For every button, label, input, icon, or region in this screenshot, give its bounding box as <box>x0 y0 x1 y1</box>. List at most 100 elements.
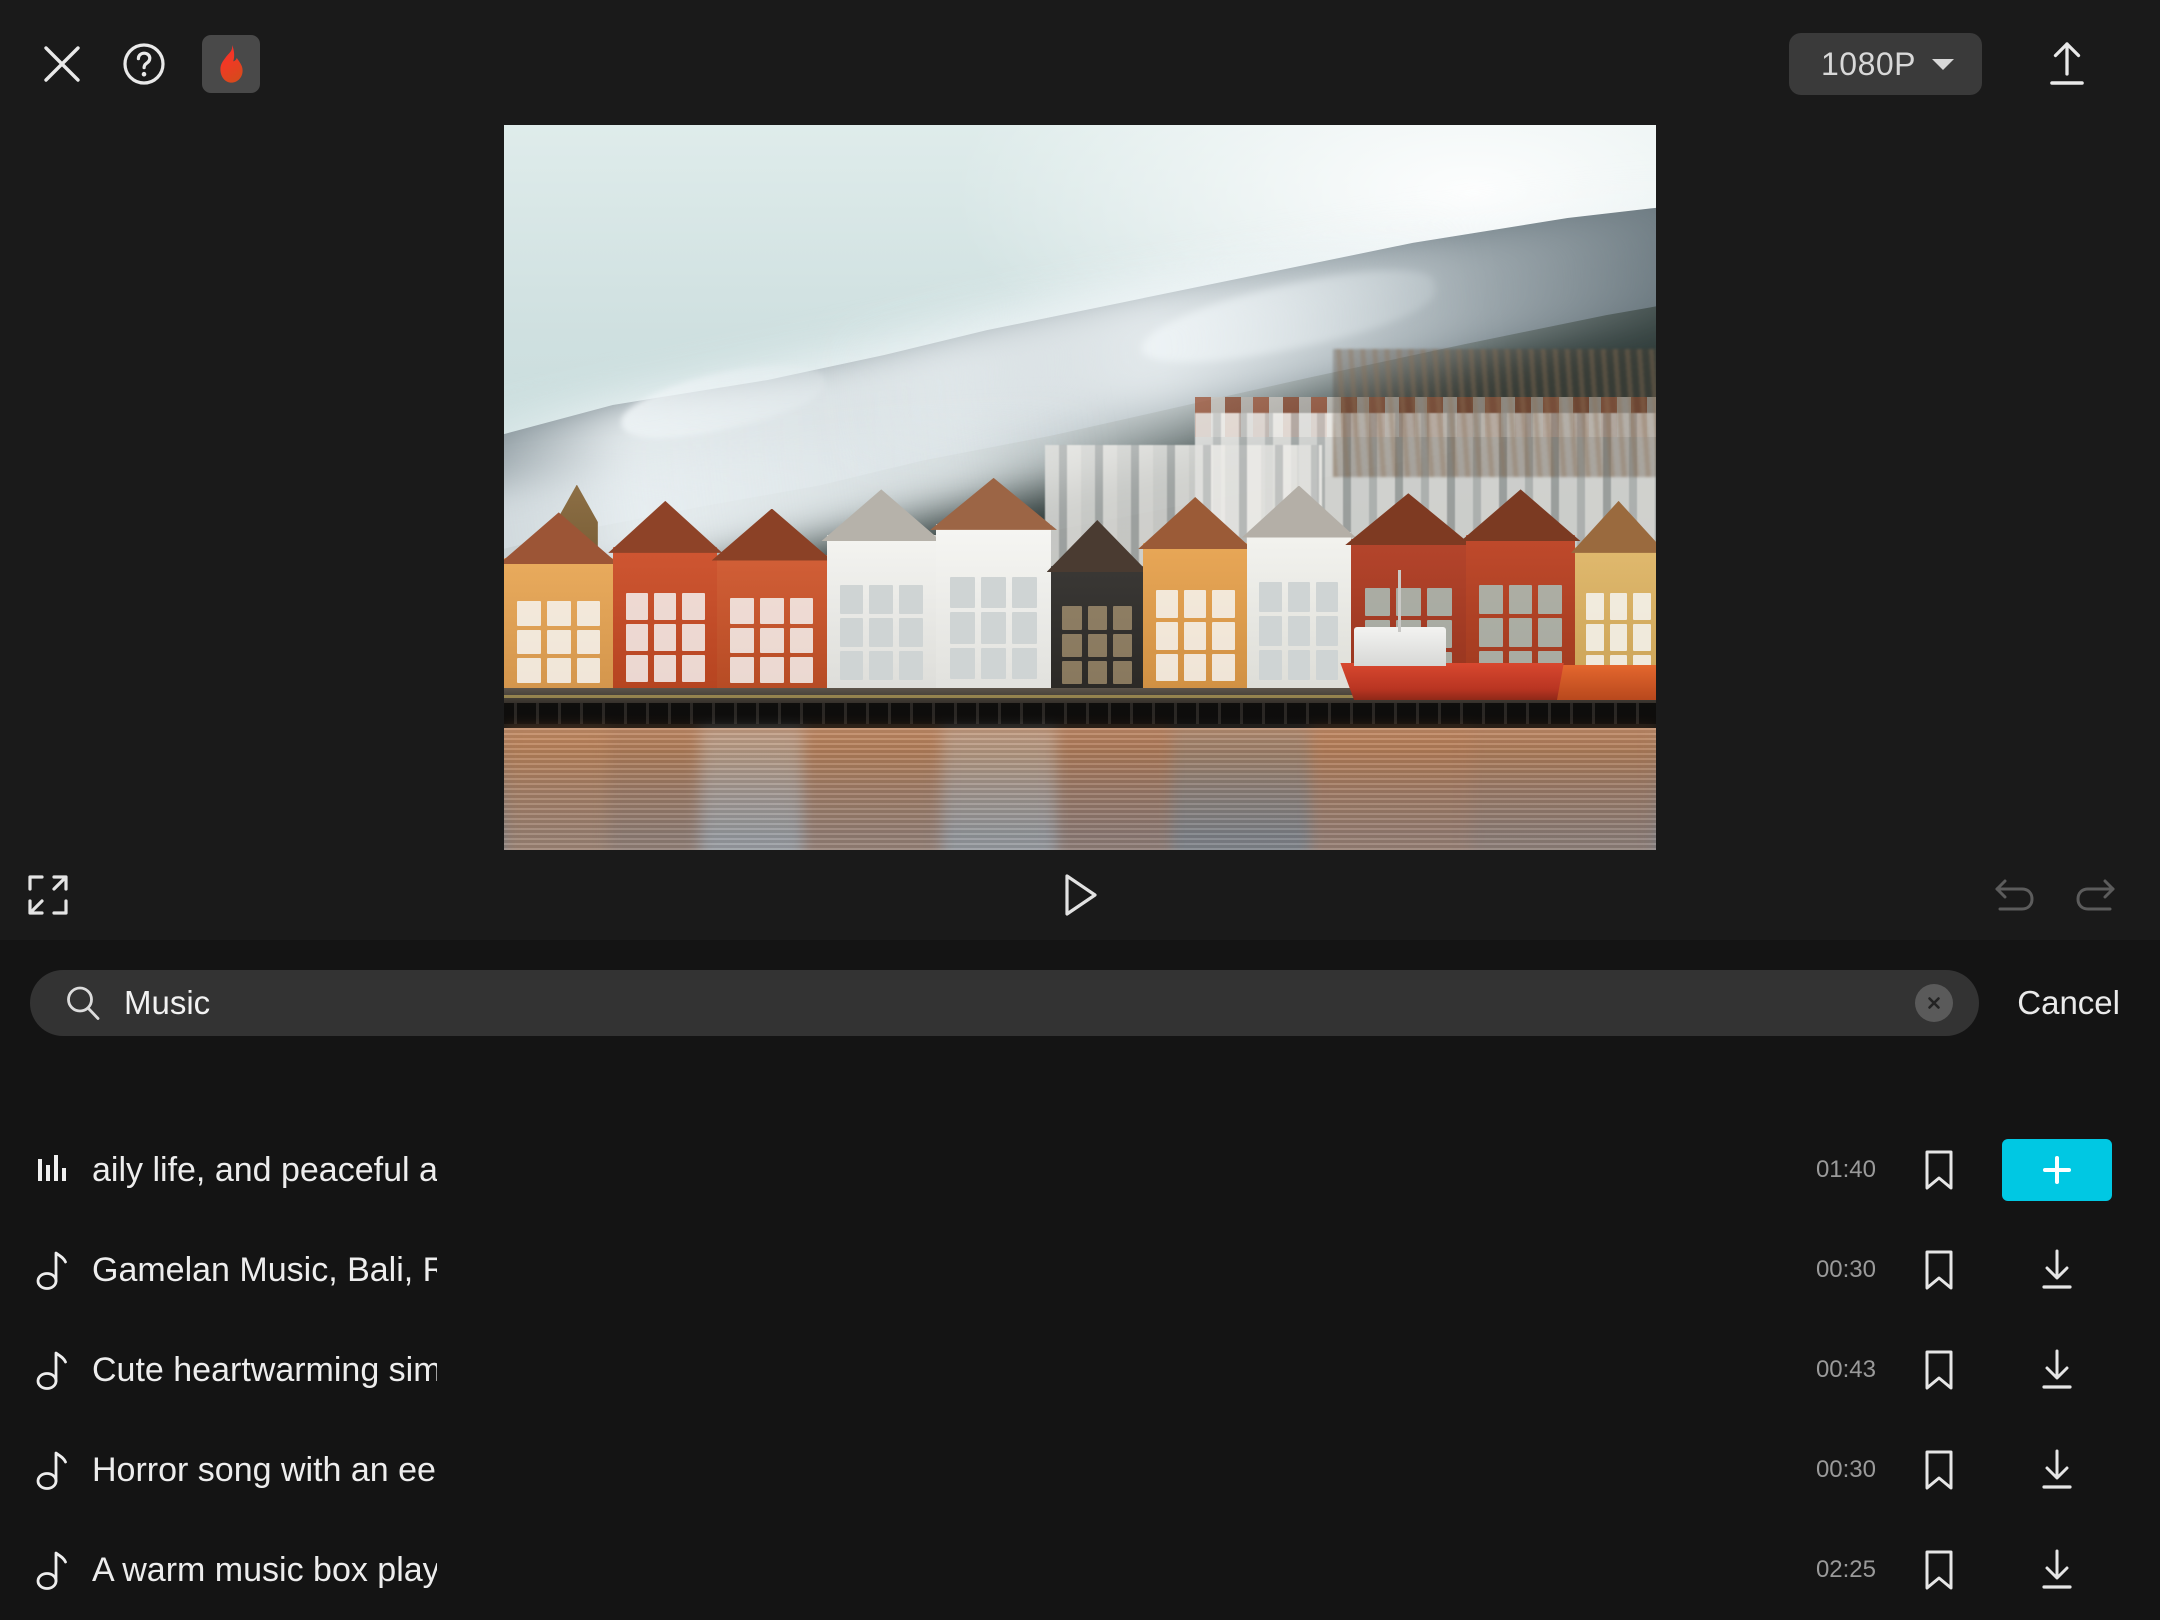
table-row[interactable]: Gamelan Music, Bali, Res 00:30 <box>0 1220 2160 1320</box>
top-toolbar-right-group: 1080P <box>1788 33 2160 95</box>
history-controls <box>1992 875 2160 915</box>
redo-icon <box>2076 879 2115 911</box>
close-button[interactable] <box>38 40 86 88</box>
row-icon <box>36 1449 92 1491</box>
export-button[interactable] <box>2044 39 2090 89</box>
search-row: Music Cancel <box>0 940 2160 1068</box>
row-actions: 02:25 <box>1756 1548 2112 1592</box>
music-search-panel: Music Cancel aily life, and peaceful a 0… <box>0 940 2160 1620</box>
track-duration: 02:25 <box>1815 1556 1876 1583</box>
row-primary-action <box>2002 1248 2112 1292</box>
row-title-container: aily life, and peaceful atm <box>92 1120 1756 1220</box>
bookmark-icon <box>1925 1450 1953 1490</box>
tugboat-mast <box>1397 569 1401 632</box>
download-icon[interactable] <box>2036 1548 2078 1592</box>
tugboat-wheelhouse <box>1354 626 1447 666</box>
top-toolbar: 1080P <box>0 0 2160 128</box>
resolution-selector[interactable]: 1080P <box>1788 33 1982 95</box>
row-title-container: Cute heartwarming simple <box>92 1320 1756 1420</box>
row-title-container: Horror song with an eerie <box>92 1420 1756 1520</box>
music-note-icon <box>36 1351 67 1390</box>
track-title: aily life, and peaceful atm <box>92 1150 437 1189</box>
help-button[interactable] <box>120 40 168 88</box>
chevron-down-icon <box>1932 58 1954 70</box>
house <box>711 508 833 701</box>
help-icon <box>123 43 165 85</box>
track-duration: 00:30 <box>1815 1456 1876 1483</box>
search-icon <box>67 986 100 1020</box>
table-row[interactable]: A warm music box played 02:25 <box>0 1520 2160 1620</box>
table-row[interactable]: Cute heartwarming simple 00:43 <box>0 1320 2160 1420</box>
preview-controls-bar <box>0 850 2160 940</box>
search-input-value: Music <box>124 984 211 1021</box>
house <box>821 489 942 701</box>
row-primary-action <box>2002 1139 2112 1201</box>
table-row[interactable]: aily life, and peaceful atm 01:40 <box>0 1120 2160 1220</box>
video-editor-window: 1080P Music Cancel aily life, and peacef… <box>0 0 2160 1620</box>
fullscreen-button[interactable] <box>0 873 70 917</box>
track-duration: 01:40 <box>1815 1156 1876 1183</box>
undo-button[interactable] <box>1992 875 2038 915</box>
search-input[interactable]: Music <box>30 970 1980 1036</box>
row-actions: 00:30 <box>1756 1248 2112 1292</box>
row-icon <box>36 1153 92 1187</box>
house <box>1138 497 1253 701</box>
export-upload-icon <box>2050 42 2084 85</box>
bookmark-button[interactable] <box>1876 1448 2002 1492</box>
house <box>930 477 1057 701</box>
row-primary-action <box>2002 1348 2112 1392</box>
close-icon <box>44 46 80 82</box>
search-results-list: aily life, and peaceful atm 01:40 <box>0 1068 2160 1620</box>
download-icon[interactable] <box>2036 1348 2078 1392</box>
quay-tire-fenders <box>504 703 1656 725</box>
row-title-container: Gamelan Music, Bali, Res <box>92 1220 1756 1320</box>
music-note-icon <box>36 1251 67 1290</box>
play-button[interactable] <box>1058 871 1102 919</box>
top-toolbar-left-group <box>0 35 260 93</box>
music-note-icon <box>36 1451 67 1490</box>
row-icon <box>36 1349 92 1391</box>
house <box>608 500 723 701</box>
undo-icon <box>1995 879 2034 911</box>
download-icon[interactable] <box>2036 1248 2078 1292</box>
plus-icon <box>2043 1156 2071 1184</box>
row-actions: 00:30 <box>1756 1448 2112 1492</box>
bookmark-icon <box>1925 1250 1953 1290</box>
row-primary-action <box>2002 1548 2112 1592</box>
bookmark-button[interactable] <box>1876 1548 2002 1592</box>
row-icon <box>36 1549 92 1591</box>
search-clear-button[interactable] <box>1915 984 1954 1022</box>
equalizer-playing-icon <box>38 1155 66 1181</box>
bookmark-icon <box>1925 1350 1953 1390</box>
music-note-icon <box>36 1551 67 1590</box>
table-row[interactable]: Horror song with an eerie 00:30 <box>0 1420 2160 1520</box>
video-preview-image <box>504 125 1656 924</box>
house <box>1046 520 1148 701</box>
bookmark-icon <box>1925 1150 1953 1190</box>
download-icon[interactable] <box>2036 1448 2078 1492</box>
row-primary-action <box>2002 1448 2112 1492</box>
bare-trees <box>1333 348 1656 477</box>
track-title: Gamelan Music, Bali, Res <box>92 1250 437 1289</box>
video-preview-area <box>0 125 2160 924</box>
effects-flame-button[interactable] <box>202 35 260 93</box>
bookmark-icon <box>1925 1550 1953 1590</box>
track-title: A warm music box played <box>92 1550 437 1589</box>
row-actions: 00:43 <box>1756 1348 2112 1392</box>
clear-circle-icon <box>1928 997 1941 1009</box>
row-actions: 01:40 <box>1756 1139 2112 1201</box>
track-title: Horror song with an eerie <box>92 1450 437 1489</box>
redo-button[interactable] <box>2072 875 2118 915</box>
cancel-button[interactable]: Cancel <box>1979 984 2160 1022</box>
flame-icon <box>220 45 243 83</box>
tugboat-hull <box>1340 662 1564 701</box>
track-duration: 00:30 <box>1815 1256 1876 1283</box>
house <box>504 512 619 701</box>
bookmark-button[interactable] <box>1876 1348 2002 1392</box>
video-preview-frame[interactable] <box>504 125 1656 924</box>
row-icon <box>36 1249 92 1291</box>
bookmark-button[interactable] <box>1876 1248 2002 1292</box>
add-track-button[interactable] <box>2002 1139 2112 1201</box>
bookmark-button[interactable] <box>1876 1148 2002 1192</box>
red-tugboat <box>1333 569 1564 701</box>
